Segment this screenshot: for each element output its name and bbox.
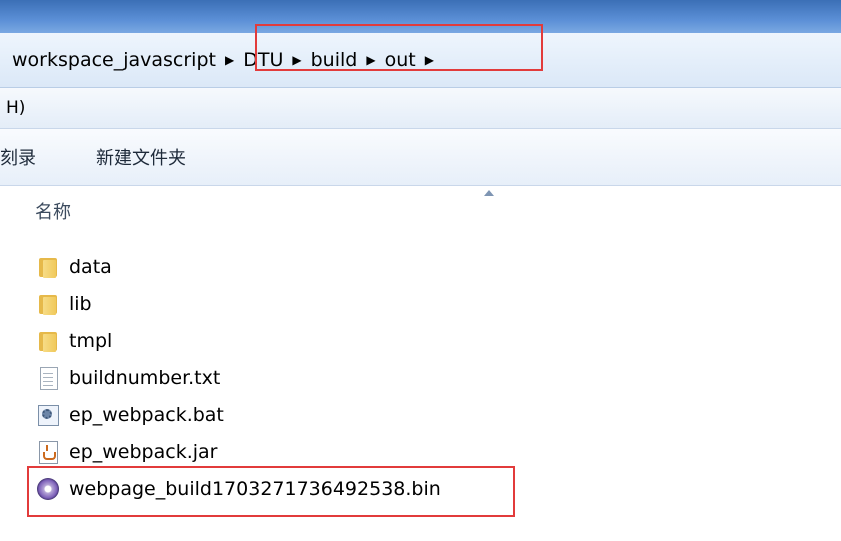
menu-item-help[interactable]: H) — [0, 98, 25, 118]
file-item-buildnumber[interactable]: buildnumber.txt — [36, 359, 556, 396]
file-item-ep-webpack-jar[interactable]: ep_webpack.jar — [36, 433, 556, 470]
name-column-header[interactable]: 名称 — [35, 198, 71, 224]
batch-file-icon — [36, 403, 60, 427]
jar-file-icon — [36, 440, 60, 464]
breadcrumb-arrow-icon[interactable]: ▶ — [222, 53, 237, 67]
menu-bar: H) — [0, 88, 841, 129]
breadcrumb-item-workspace[interactable]: workspace_javascript — [6, 49, 222, 71]
file-item-ep-webpack-bat[interactable]: ep_webpack.bat — [36, 396, 556, 433]
sort-ascending-icon — [484, 190, 494, 196]
folder-icon — [36, 329, 60, 353]
burn-button[interactable]: 刻录 — [0, 129, 36, 185]
new-folder-button[interactable]: 新建文件夹 — [96, 129, 186, 185]
file-name: buildnumber.txt — [69, 366, 221, 389]
file-item-tmpl[interactable]: tmpl — [36, 322, 556, 359]
folder-icon — [36, 255, 60, 279]
file-name: data — [69, 255, 112, 278]
toolbar: 刻录 新建文件夹 — [0, 129, 841, 186]
file-highlight-box — [27, 466, 515, 517]
file-name: tmpl — [69, 329, 113, 352]
file-name: lib — [69, 292, 92, 315]
text-file-icon — [36, 366, 60, 390]
address-highlight-box — [255, 24, 543, 71]
file-item-data[interactable]: data — [36, 248, 556, 285]
file-name: ep_webpack.jar — [69, 440, 218, 463]
file-item-lib[interactable]: lib — [36, 285, 556, 322]
file-name: ep_webpack.bat — [69, 403, 224, 426]
folder-icon — [36, 292, 60, 316]
